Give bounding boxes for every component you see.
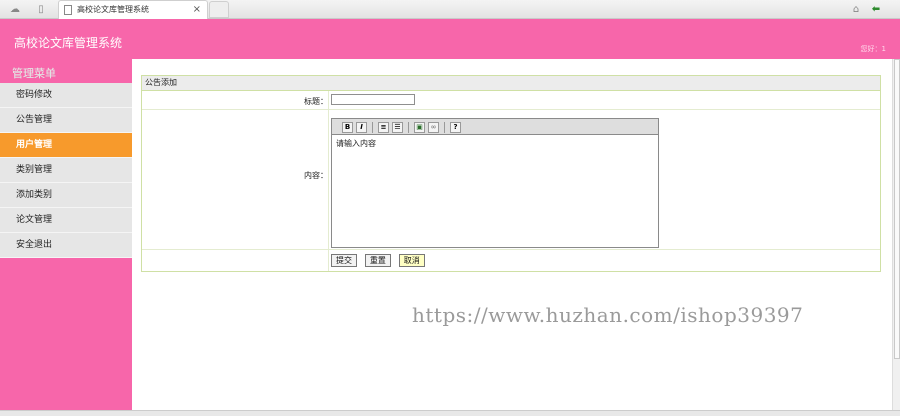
sidebar: 管理菜单 密码修改 公告管理 用户管理 类别管理 添加类别 论文管理 安全退出 <box>0 59 132 410</box>
announcement-form-panel: 公告添加 标题： 内容： B I ≡ ☰ ▣ ∞ ? 请输入内容 提交 重置 取… <box>141 75 881 272</box>
tab-title: 高校论文库管理系统 <box>77 5 149 14</box>
vertical-scrollbar[interactable] <box>892 59 900 410</box>
panel-heading: 公告添加 <box>142 76 880 91</box>
cloud-icon[interactable]: ☁ <box>8 3 22 16</box>
sidebar-item-add-category[interactable]: 添加类别 <box>0 183 132 208</box>
title-input[interactable] <box>331 94 415 105</box>
submit-button[interactable]: 提交 <box>331 254 357 267</box>
app-header: 高校论文库管理系统 您好：1 <box>0 19 900 59</box>
back-arrow-icon[interactable]: ⬅ <box>869 3 883 16</box>
bold-icon[interactable]: B <box>342 122 353 133</box>
sidebar-item-password[interactable]: 密码修改 <box>0 83 132 108</box>
ordered-list-icon[interactable]: ≡ <box>378 122 389 133</box>
sidebar-menu: 密码修改 公告管理 用户管理 类别管理 添加类别 论文管理 安全退出 <box>0 83 132 258</box>
page-icon[interactable]: ▯ <box>34 3 48 16</box>
editor-body[interactable]: 请输入内容 <box>332 135 658 152</box>
browser-chrome: ☁ ▯ 高校论文库管理系统 × ⌂ ⬅ <box>0 0 900 19</box>
home-icon[interactable]: ⌂ <box>849 3 863 16</box>
link-icon[interactable]: ∞ <box>428 122 439 133</box>
app-title: 高校论文库管理系统 <box>14 36 123 50</box>
toolbar-separator <box>408 122 409 133</box>
toolbar-separator <box>372 122 373 133</box>
title-label: 标题： <box>304 97 328 106</box>
unordered-list-icon[interactable]: ☰ <box>392 122 403 133</box>
cancel-button[interactable]: 取消 <box>398 254 425 267</box>
watermark: https://www.huzhan.com/ishop39397 <box>412 303 804 327</box>
image-icon[interactable]: ▣ <box>414 122 425 133</box>
sidebar-item-papers[interactable]: 论文管理 <box>0 208 132 233</box>
welcome-text: 您好：1 <box>860 45 886 53</box>
italic-icon[interactable]: I <box>356 122 367 133</box>
browser-tab[interactable]: 高校论文库管理系统 × <box>58 0 208 19</box>
editor-toolbar: B I ≡ ☰ ▣ ∞ ? <box>332 119 658 135</box>
sidebar-item-announcements[interactable]: 公告管理 <box>0 108 132 133</box>
title-row: 标题： <box>142 91 880 110</box>
status-bar <box>0 410 900 416</box>
toolbar-separator <box>444 122 445 133</box>
sidebar-item-categories[interactable]: 类别管理 <box>0 158 132 183</box>
reset-button[interactable]: 重置 <box>364 254 391 267</box>
content-label: 内容： <box>304 171 328 180</box>
scrollbar-thumb[interactable] <box>894 59 900 359</box>
help-icon[interactable]: ? <box>450 122 461 133</box>
new-tab-button[interactable] <box>209 1 229 18</box>
button-row: 提交 重置 取消 <box>142 250 880 271</box>
main-content: 公告添加 标题： 内容： B I ≡ ☰ ▣ ∞ ? 请输入内容 提交 重置 取… <box>132 59 892 410</box>
sidebar-item-logout[interactable]: 安全退出 <box>0 233 132 258</box>
sidebar-item-users[interactable]: 用户管理 <box>0 133 132 158</box>
menu-title: 管理菜单 <box>0 59 132 83</box>
document-icon <box>64 5 72 15</box>
content-row: 内容： B I ≡ ☰ ▣ ∞ ? 请输入内容 <box>142 110 880 250</box>
tab-close-icon[interactable]: × <box>193 1 201 19</box>
rich-text-editor[interactable]: B I ≡ ☰ ▣ ∞ ? 请输入内容 <box>331 118 659 248</box>
